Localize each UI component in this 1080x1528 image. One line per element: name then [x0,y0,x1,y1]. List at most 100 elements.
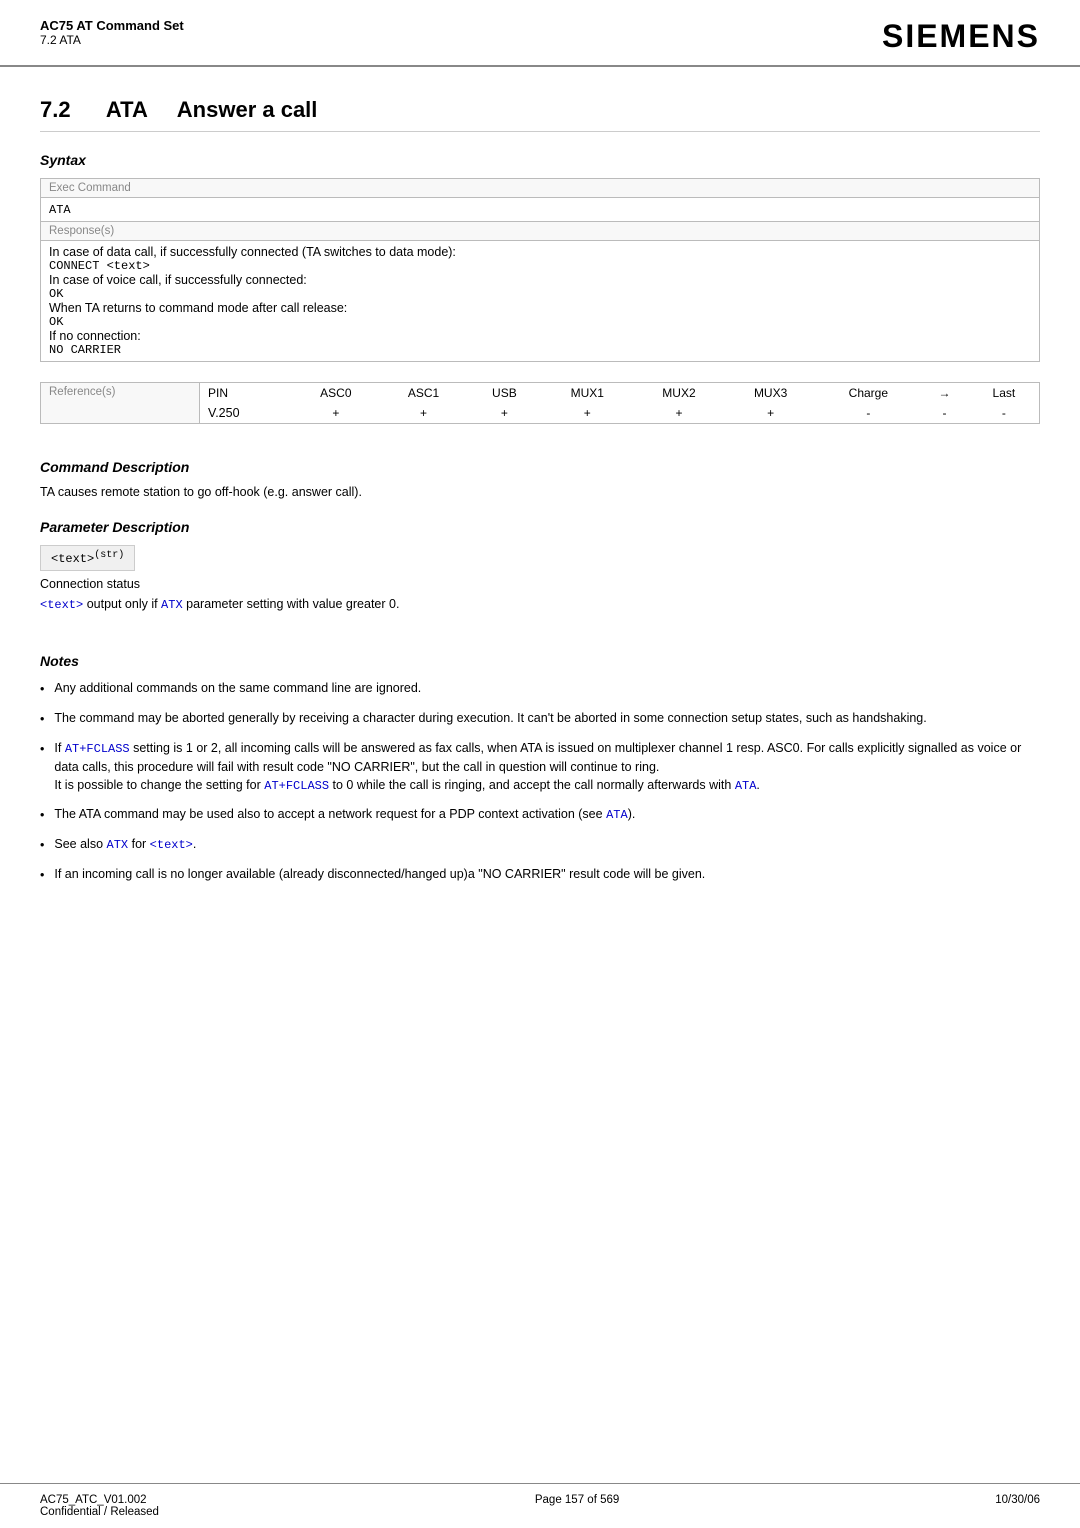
note-text-1: Any additional commands on the same comm… [54,679,1040,698]
section-title: Answer a call [177,97,318,122]
brand-name: SIEMENS [882,18,1040,54]
section-heading: 7.2 ATA Answer a call [40,97,1040,132]
doc-subtitle: 7.2 ATA [40,33,184,47]
page-content: 7.2 ATA Answer a call Syntax Exec Comman… [0,67,1080,975]
doc-title: AC75 AT Command Set [40,18,184,33]
note-3-atfclass-1: AT+FCLASS [65,742,130,756]
reference-data: PIN ASC0 ASC1 USB MUX1 MUX2 MUX3 Charge … [200,382,1040,424]
ref-header-last: Last [969,383,1039,403]
exec-command-value-row: ATA [41,198,1040,222]
ref-table: PIN ASC0 ASC1 USB MUX1 MUX2 MUX3 Charge … [200,383,1039,423]
exec-command-row: Exec Command [41,179,1040,198]
ref-value-ref: V.250 [200,403,292,423]
note-item-4: • The ATA command may be used also to ac… [40,805,1040,825]
bullet-1: • [40,680,44,699]
note-4-ata: ATA [606,808,628,822]
note-item-1: • Any additional commands on the same co… [40,679,1040,699]
header-left: AC75 AT Command Set 7.2 ATA [40,18,184,47]
responses-content-row: In case of data call, if successfully co… [41,241,1040,362]
ref-header-asc0: ASC0 [292,383,380,403]
param-desc: Connection status [40,577,1040,591]
parameter-description-title: Parameter Description [40,519,1040,535]
section-command: ATA [106,97,147,122]
syntax-title: Syntax [40,152,1040,168]
page-header: AC75 AT Command Set 7.2 ATA SIEMENS [0,0,1080,67]
command-description-title: Command Description [40,459,1040,475]
exec-command-label: Exec Command [41,179,1040,198]
note-5-atx: ATX [107,838,129,852]
note-item-3: • If AT+FCLASS setting is 1 or 2, all in… [40,739,1040,796]
ref-val-asc0: + [292,403,380,423]
response-line-2: CONNECT <text> [49,259,1031,273]
ref-header-mux2: MUX2 [633,383,725,403]
bullet-2: • [40,710,44,729]
bullet-5: • [40,836,44,855]
ref-value-row: V.250 + + + + + + - - - [200,403,1039,423]
response-line-3: In case of voice call, if successfully c… [49,273,1031,287]
ref-val-mux2: + [633,403,725,423]
note-5-text: <text> [150,838,193,852]
note-text-6: If an incoming call is no longer availab… [54,865,1040,884]
note-text-4: The ATA command may be used also to acce… [54,805,1040,824]
ref-val-mux1: + [541,403,633,423]
ref-val-charge: - [816,403,920,423]
section-number: 7.2 [40,97,71,122]
ref-header-charge: Charge [816,383,920,403]
ref-val-mux3: + [725,403,817,423]
page-footer: AC75_ATC_V01.002 Confidential / Released… [0,1483,1080,1528]
ref-val-usb: + [467,403,541,423]
param-note-atx: ATX [161,598,183,612]
response-line-5: When TA returns to command mode after ca… [49,301,1031,315]
footer-left: AC75_ATC_V01.002 Confidential / Released [40,1494,159,1518]
ref-header-asc1: ASC1 [380,383,468,403]
ref-val-last: - [969,403,1039,423]
footer-doc-id: AC75_ATC_V01.002 [40,1494,159,1506]
response-line-4: OK [49,287,1031,301]
notes-title: Notes [40,653,1040,669]
note-item-6: • If an incoming call is no longer avail… [40,865,1040,885]
response-line-1: In case of data call, if successfully co… [49,245,1031,259]
footer-confidential: Confidential / Released [40,1506,159,1518]
responses-label: Response(s) [41,222,1040,241]
response-line-6: OK [49,315,1031,329]
responses-label-row: Response(s) [41,222,1040,241]
command-description-text: TA causes remote station to go off-hook … [40,485,1040,499]
ref-header-arrow: → [920,383,969,403]
note-item-5: • See also ATX for <text>. [40,835,1040,855]
param-note: <text> output only if ATX parameter sett… [40,597,1040,612]
param-superscript: (str) [94,550,124,561]
param-note-middle: output only if [83,597,161,611]
footer-page-text: Page 157 of 569 [535,1494,619,1506]
ref-header-pin: PIN [200,383,292,403]
note-text-3: If AT+FCLASS setting is 1 or 2, all inco… [54,739,1040,796]
param-name: <text> [51,552,94,566]
footer-page: Page 157 of 569 [535,1494,619,1518]
param-note-suffix: parameter setting with value greater 0. [183,597,400,611]
reference-row: Reference(s) PIN ASC0 ASC1 USB MUX1 MUX2… [40,382,1040,424]
note-3-atfclass-2: AT+FCLASS [264,779,329,793]
note-text-5: See also ATX for <text>. [54,835,1040,854]
syntax-table: Exec Command ATA Response(s) In case of … [40,178,1040,362]
footer-date: 10/30/06 [995,1494,1040,1518]
ref-header-usb: USB [467,383,541,403]
note-text-2: The command may be aborted generally by … [54,709,1040,728]
param-box: <text>(str) [40,545,135,571]
param-note-prefix: <text> [40,598,83,612]
responses-content: In case of data call, if successfully co… [41,241,1040,362]
ref-header-mux3: MUX3 [725,383,817,403]
response-line-8: NO CARRIER [49,343,1031,357]
ref-header-mux1: MUX1 [541,383,633,403]
ref-val-arrow: - [920,403,969,423]
bullet-4: • [40,806,44,825]
header-right: SIEMENS [882,18,1040,55]
ref-val-asc1: + [380,403,468,423]
notes-list: • Any additional commands on the same co… [40,679,1040,885]
bullet-3: • [40,740,44,759]
reference-label: Reference(s) [40,382,200,424]
note-item-2: • The command may be aborted generally b… [40,709,1040,729]
ref-header-row: PIN ASC0 ASC1 USB MUX1 MUX2 MUX3 Charge … [200,383,1039,403]
note-3-ata: ATA [735,779,757,793]
bullet-6: • [40,866,44,885]
response-line-7: If no connection: [49,329,1031,343]
exec-command-value: ATA [41,198,1040,222]
